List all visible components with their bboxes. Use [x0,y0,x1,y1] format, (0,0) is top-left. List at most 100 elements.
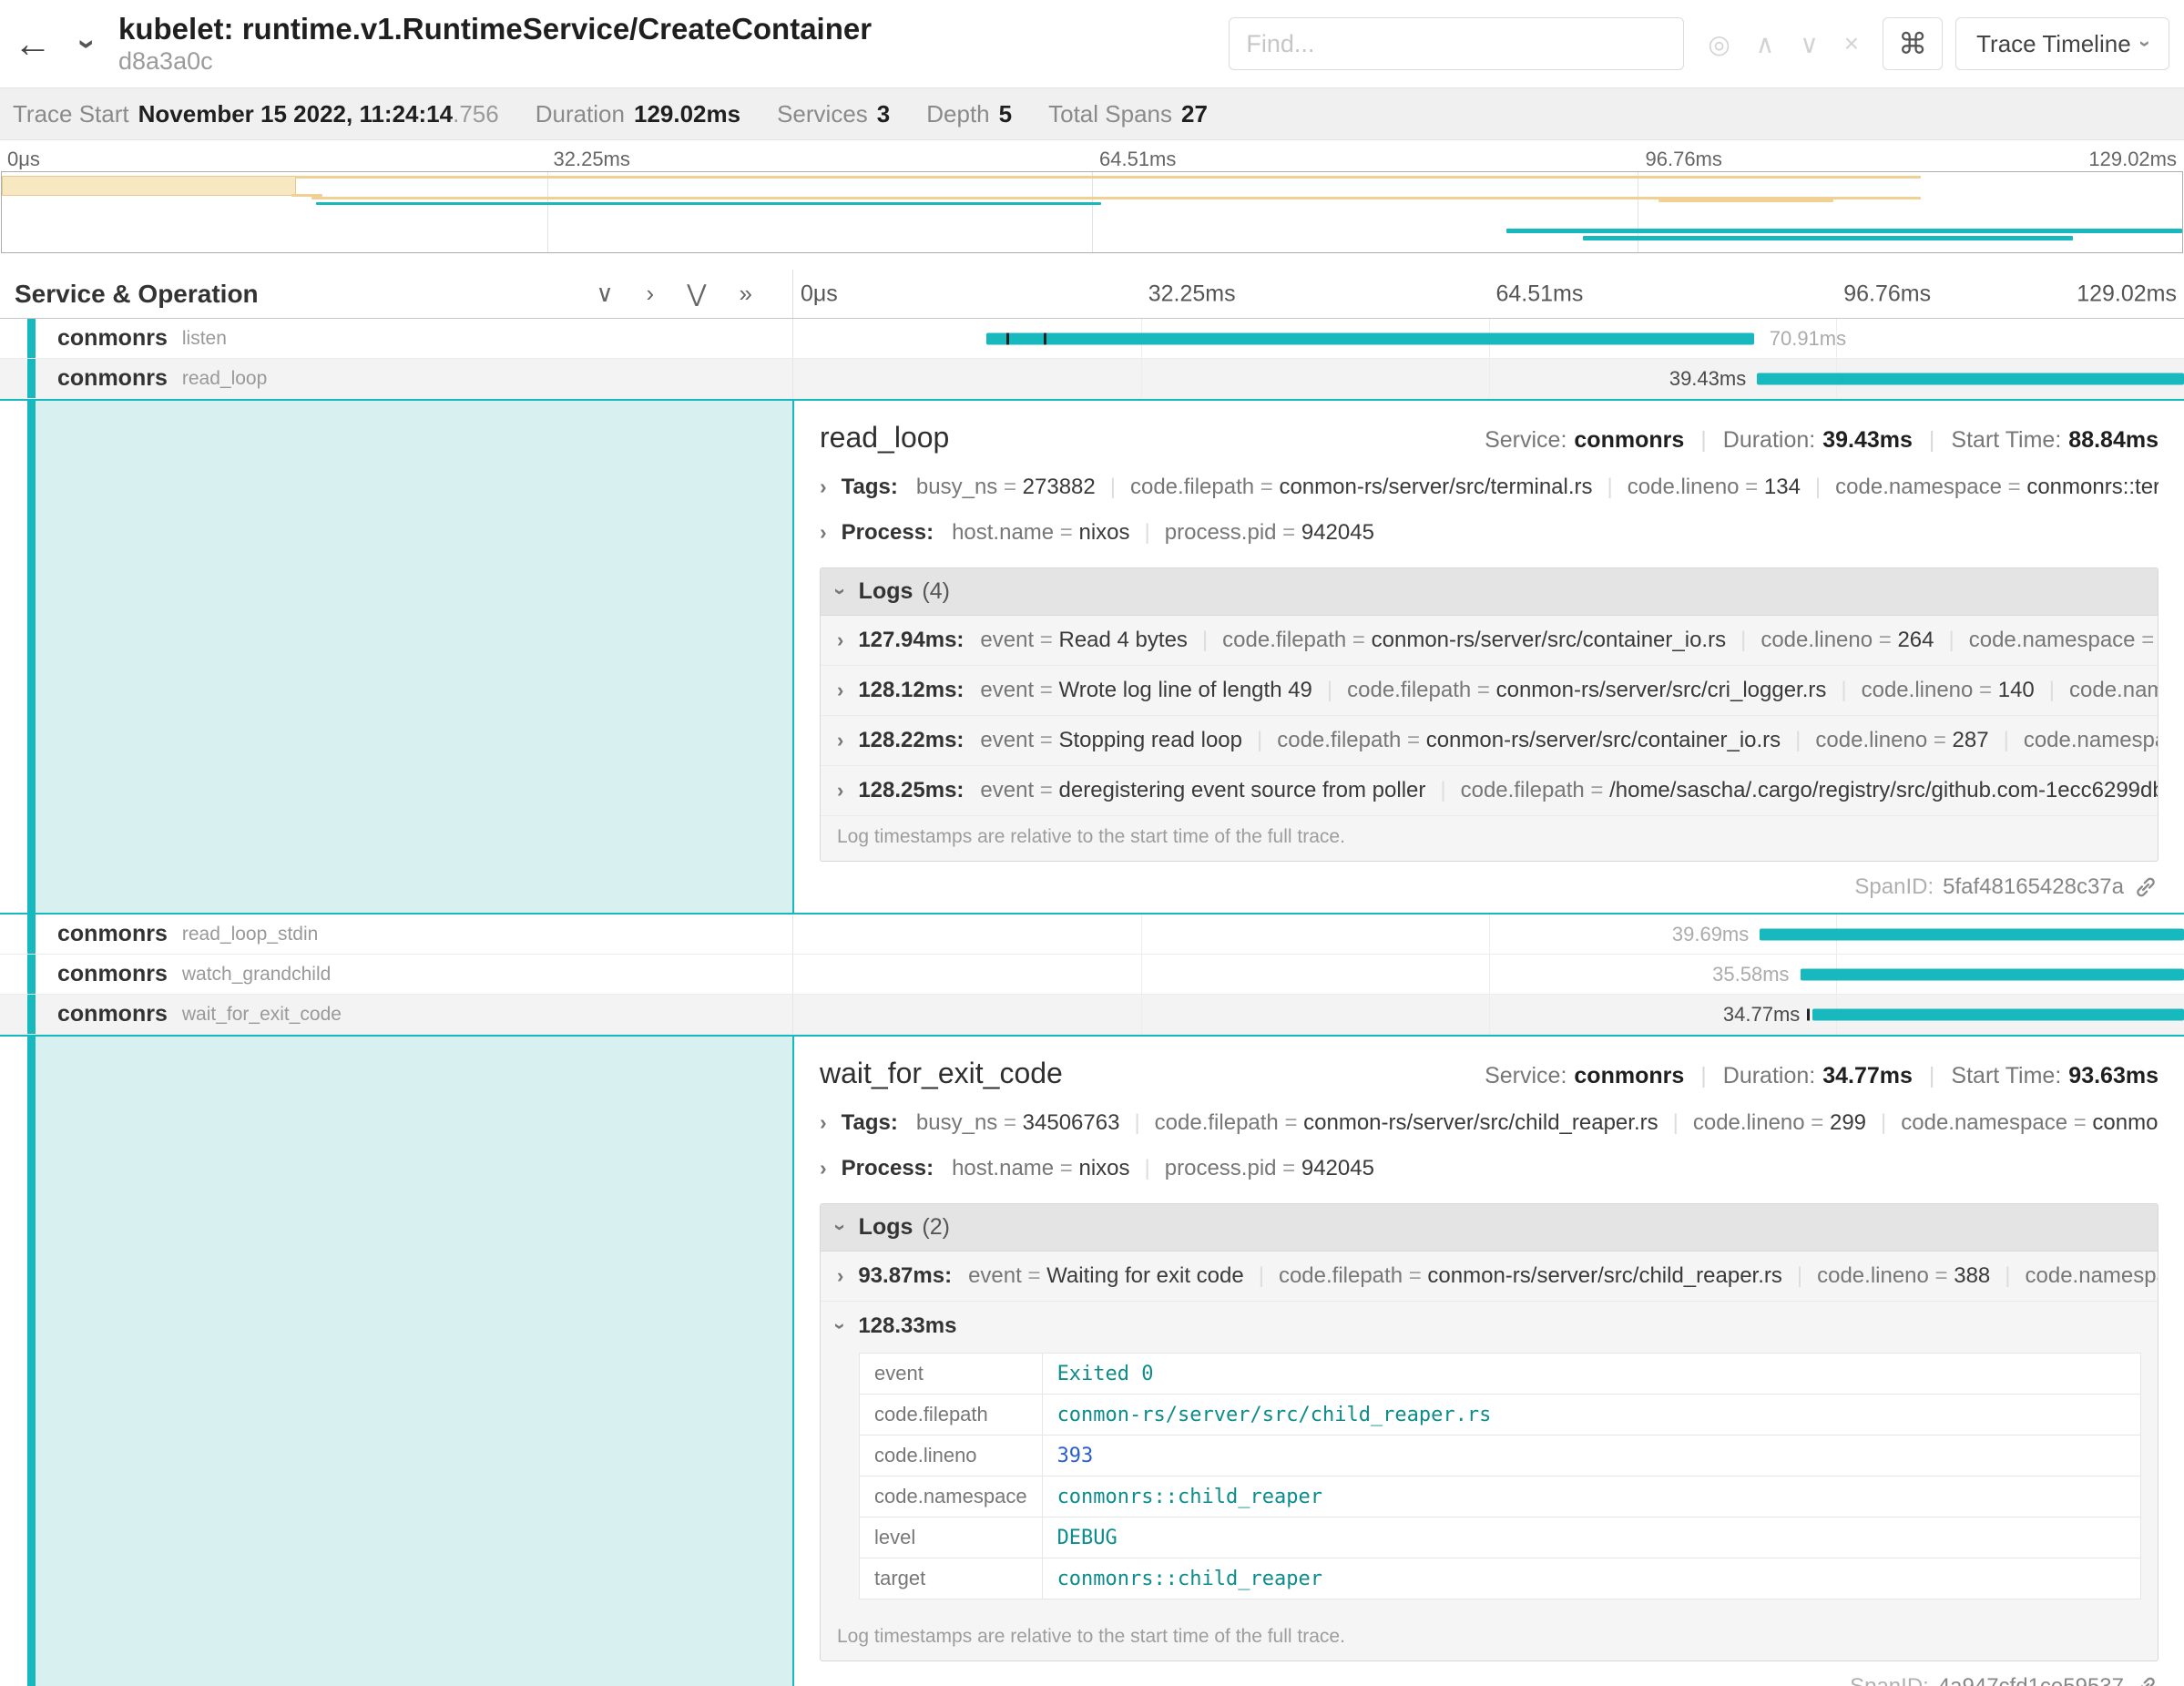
operation-name: wait_for_exit_code [182,1004,342,1026]
gridline [1489,955,1490,994]
expand-one-icon[interactable]: › [647,280,655,308]
chevron-down-icon: › [828,1224,852,1231]
trace-view-selector[interactable]: Trace Timeline › [1955,17,2169,70]
span-bar[interactable] [1760,928,2184,940]
span-footer: SpanID: 5faf48165428c37a [820,874,2158,900]
gridline [1489,359,1490,398]
span-detail-title: read_loop [820,421,949,455]
span-detail-left-strip [27,1037,792,1686]
minimap-span-bar [2,176,296,196]
table-header-left: Service & Operation ∨ › ⋁ » [0,270,792,318]
top-bar: ← › kubelet: runtime.v1.RuntimeService/C… [0,0,2184,87]
span-row-read-loop-stdin[interactable]: conmonrs read_loop_stdin 39.69ms [0,915,2184,955]
minimap-canvas[interactable] [1,171,2183,253]
trace-timeline-page: ← › kubelet: runtime.v1.RuntimeService/C… [0,0,2184,1686]
log-field: code.lineno388 [1782,1263,1990,1289]
axis-tick: 129.02ms [2077,281,2177,307]
find-next-icon[interactable]: ∨ [1800,29,1819,59]
span-row-watch-grandchild[interactable]: conmonrs watch_grandchild 35.58ms [0,955,2184,995]
span-bar[interactable] [986,332,1754,344]
back-button[interactable]: ← [0,22,66,66]
link-icon[interactable] [2133,874,2158,900]
log-field: code.filepath/home/sascha/.cargo/registr… [1425,778,2158,803]
find-clear-icon[interactable]: × [1844,29,1859,58]
keyboard-shortcuts-button[interactable]: ⌘ [1883,17,1943,70]
match-icon[interactable]: ◎ [1708,29,1730,59]
process-accordion[interactable]: › Process: host.namenixos process.pid942… [820,1156,2158,1181]
span-detail-title: wait_for_exit_code [820,1057,1063,1090]
log-entry-expanded[interactable]: › 128.33ms [821,1302,2158,1351]
log-field: code.filepathconmon-rs/server/src/contai… [1242,728,1781,753]
gridline [1141,955,1142,994]
process-tag: host.namenixos [952,520,1129,546]
tree-controls: ∨ › ⋁ » [597,280,793,308]
process-accordion[interactable]: › Process: host.namenixos process.pid942… [820,520,2158,546]
log-field: code.filepathconmon-rs/server/src/contai… [1188,628,1726,653]
span-id-value: 5faf48165428c37a [1943,874,2124,900]
log-entry[interactable]: › 128.22ms: eventStopping read loop code… [821,716,2158,766]
summary-duration: Duration129.02ms [536,100,740,128]
span-bar[interactable] [1801,968,2184,980]
span-row-wait-for-exit-code[interactable]: conmonrs wait_for_exit_code 34.77ms [0,995,2184,1035]
table-row: targetconmonrs::child_reaper [860,1558,2141,1599]
span-detail-wait-for-exit-code: wait_for_exit_code Service:conmonrs Dura… [0,1035,2184,1686]
page-title: kubelet: runtime.v1.RuntimeService/Creat… [118,12,872,46]
tags-accordion[interactable]: › Tags: busy_ns34506763 code.filepathcon… [820,1110,2158,1136]
minimap-tick: 129.02ms [2088,148,2177,171]
process-tag: host.namenixos [952,1156,1129,1181]
span-row-listen[interactable]: conmonrs listen 70.91ms [0,319,2184,359]
chevron-right-icon: › [820,1156,827,1180]
chevron-right-icon: › [837,729,843,752]
log-field: code.lineno140 [1826,678,2034,703]
link-icon[interactable] [2133,1674,2158,1686]
find-prev-icon[interactable]: ∧ [1756,29,1775,59]
log-entry[interactable]: › 93.87ms: eventWaiting for exit code co… [821,1252,2158,1302]
log-field: eventWrote log line of length 49 [980,678,1311,703]
process-tag: process.pid942045 [1130,1156,1374,1181]
log-field: code.lineno287 [1781,728,1988,753]
minimap-tick: 64.51ms [1099,148,1176,171]
axis-tick: 64.51ms [1496,281,1584,307]
tag: code.lineno299 [1658,1110,1866,1136]
tag: busy_ns273882 [916,475,1096,500]
log-entry[interactable]: › 128.25ms: eventderegistering event sou… [821,766,2158,816]
tags-accordion[interactable]: › Tags: busy_ns273882 code.filepathconmo… [820,475,2158,500]
span-footer: SpanID: 4a947cfd1ce59537 [820,1674,2158,1686]
collapse-all-icon[interactable]: ⋁ [687,280,706,308]
log-field: code.filepathconmon-rs/server/src/cri_lo… [1312,678,1826,703]
chevron-down-icon: › [69,38,105,48]
span-row-read-loop[interactable]: conmonrs read_loop 39.43ms [0,359,2184,399]
tag: busy_ns34506763 [916,1110,1120,1136]
find-input[interactable] [1229,17,1684,70]
minimap-tick: 0μs [7,148,40,171]
axis-tick: 0μs [801,281,838,307]
chevron-down-icon: › [828,588,852,596]
logs-header[interactable]: › Logs (4) [821,568,2158,616]
collapse-one-icon[interactable]: ∨ [597,280,614,308]
trace-title-block: kubelet: runtime.v1.RuntimeService/Creat… [118,12,872,77]
expand-all-icon[interactable]: » [740,280,752,308]
timeline-table-header: Service & Operation ∨ › ⋁ » 0μs 32.25ms … [0,270,2184,319]
operation-name: listen [182,328,227,350]
logs-header[interactable]: › Logs (2) [821,1204,2158,1252]
command-icon: ⌘ [1898,26,1927,61]
chevron-right-icon: › [837,679,843,702]
gridline [1489,915,1490,954]
table-row: code.namespaceconmonrs::child_reaper [860,1477,2141,1517]
trace-view-selector-label: Trace Timeline [1976,30,2131,58]
span-bar[interactable] [1812,1008,2184,1020]
span-bar[interactable] [1757,373,2184,384]
find-tools: ◎ ∧ ∨ × [1697,29,1870,59]
chevron-down-icon: › [829,1323,852,1329]
span-color-bar [27,915,36,954]
axis-tick: 96.76ms [1843,281,1931,307]
log-entry[interactable]: › 127.94ms: eventRead 4 bytes code.filep… [821,616,2158,666]
minimap-span-bar [1583,236,2074,240]
span-duration: 35.58ms [1712,963,1789,986]
trace-collapse-toggle[interactable]: › [66,26,109,62]
chevron-right-icon: › [820,475,827,499]
table-row: levelDEBUG [860,1517,2141,1558]
service-name: conmonrs [57,921,168,947]
log-entry[interactable]: › 128.12ms: eventWrote log line of lengt… [821,666,2158,716]
tag: code.filepathconmon-rs/server/src/child_… [1119,1110,1658,1136]
